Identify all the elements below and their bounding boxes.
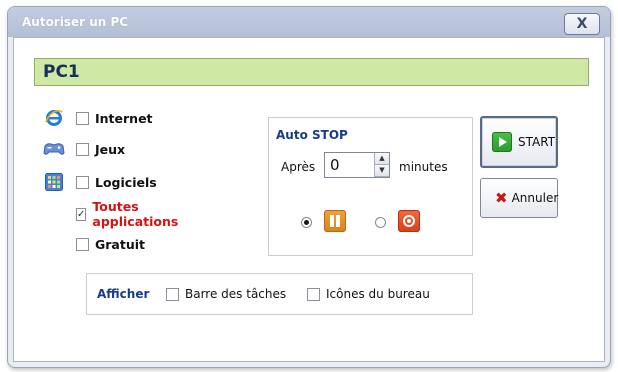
stepper-down-button[interactable]: ▼ — [375, 165, 389, 177]
option-logiciels[interactable]: Logiciels — [42, 172, 157, 192]
cancel-button[interactable]: ✖ Annuler — [480, 178, 558, 218]
autostop-title: Auto STOP — [276, 128, 348, 142]
desktop-icons-checkbox[interactable] — [307, 287, 320, 301]
option-jeux[interactable]: Jeux — [42, 139, 125, 159]
cancel-icon: ✖ — [495, 189, 508, 207]
title-bar[interactable]: Autoriser un PC X — [8, 7, 610, 37]
gamepad-icon — [42, 139, 66, 159]
option-taskbar[interactable]: Barre des tâches — [166, 287, 286, 301]
pc-header: PC1 — [34, 58, 589, 86]
jeux-checkbox[interactable] — [76, 142, 89, 156]
afficher-title: Afficher — [97, 287, 150, 301]
logiciels-label: Logiciels — [95, 174, 157, 190]
option-toutes-applications[interactable]: ✓ Toutes applications — [76, 199, 181, 229]
toutes-applications-label: Toutes applications — [92, 199, 179, 229]
afficher-group: Afficher Barre des tâches Icônes du bure… — [86, 273, 473, 315]
logiciels-checkbox[interactable] — [76, 175, 89, 189]
stop-radio[interactable] — [375, 217, 386, 228]
pause-icon[interactable] — [324, 210, 346, 232]
internet-label: Internet — [95, 110, 153, 126]
jeux-label: Jeux — [95, 141, 126, 157]
autostop-group: Auto STOP Après 0 ▲ ▼ minutes — [268, 117, 473, 256]
gratuit-label: Gratuit — [95, 236, 145, 252]
close-button[interactable]: X — [564, 13, 600, 35]
start-label: START — [518, 135, 556, 149]
pause-radio[interactable] — [301, 217, 312, 228]
cancel-label: Annuler — [511, 191, 559, 205]
minutes-value[interactable]: 0 — [330, 156, 340, 174]
internet-explorer-icon — [42, 108, 66, 128]
play-icon — [492, 132, 512, 152]
option-internet[interactable]: Internet — [42, 108, 153, 128]
check-mark-icon: ✓ — [77, 208, 86, 220]
taskbar-checkbox[interactable] — [166, 287, 179, 301]
toutes-applications-checkbox[interactable]: ✓ — [76, 207, 87, 221]
apres-label: Après — [281, 160, 316, 174]
stepper-up-button[interactable]: ▲ — [375, 153, 389, 165]
close-icon: X — [576, 16, 588, 32]
minutes-stepper[interactable]: 0 ▲ ▼ — [324, 152, 390, 178]
internet-checkbox[interactable] — [76, 111, 89, 125]
taskbar-label: Barre des tâches — [185, 287, 287, 301]
software-grid-icon — [42, 172, 66, 192]
minutes-label: minutes — [399, 160, 448, 174]
gratuit-checkbox[interactable] — [76, 237, 89, 251]
desktop-icons-label: Icônes du bureau — [326, 287, 430, 301]
option-desktop-icons[interactable]: Icônes du bureau — [307, 287, 430, 301]
pc-name: PC1 — [43, 62, 80, 82]
stop-icon[interactable] — [398, 210, 420, 232]
dialog-window: Autoriser un PC X PC1 Internet Jeux Logi… — [7, 6, 611, 368]
dialog-body: PC1 Internet Jeux Logiciels ✓ Toutes app… — [13, 37, 605, 362]
start-button[interactable]: START — [480, 116, 558, 168]
option-gratuit[interactable]: Gratuit — [76, 234, 145, 254]
stepper-buttons: ▲ ▼ — [374, 153, 389, 177]
window-title: Autoriser un PC — [22, 15, 129, 29]
